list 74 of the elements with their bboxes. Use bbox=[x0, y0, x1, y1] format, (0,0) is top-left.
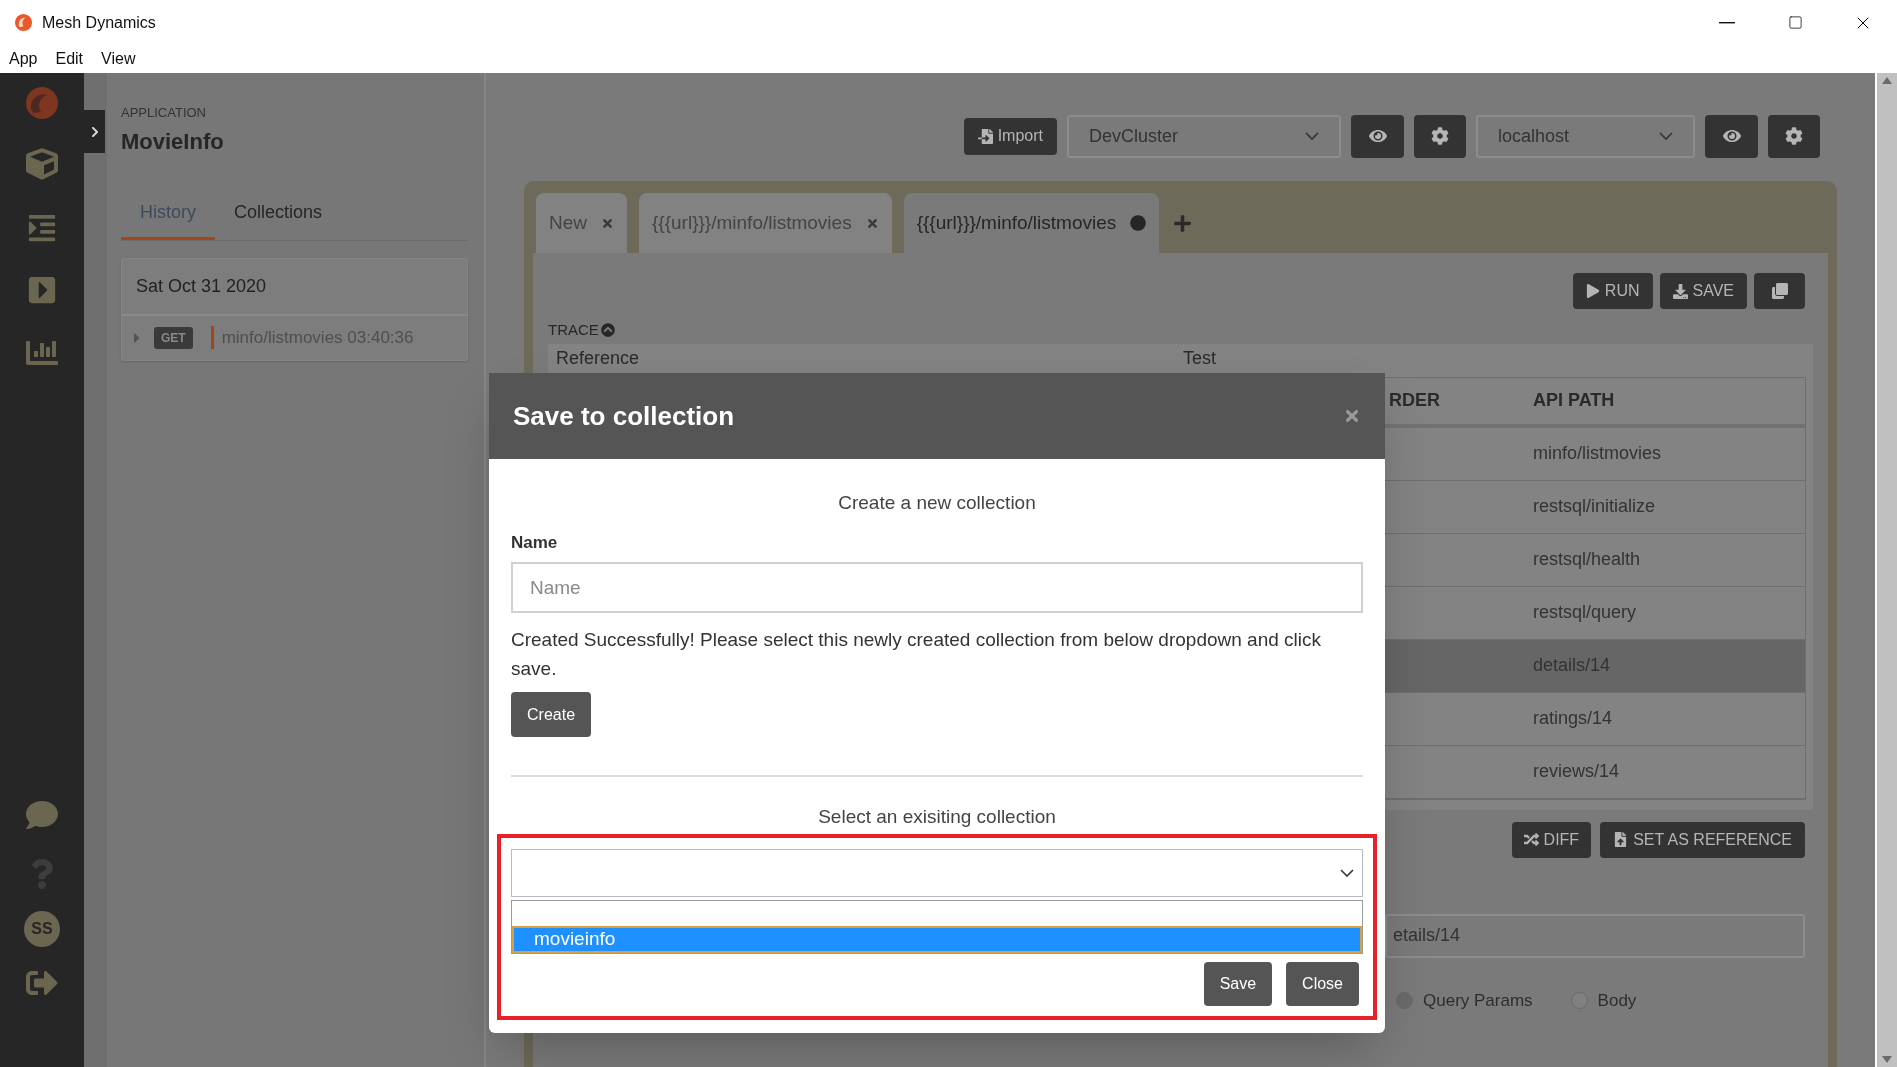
sidebar-tab[interactable]: Collections bbox=[215, 187, 342, 240]
section-heading: Select an exisiting collection bbox=[818, 805, 1056, 829]
close-icon[interactable] bbox=[1343, 407, 1361, 425]
app-name: MovieInfo bbox=[121, 127, 225, 156]
cube-icon[interactable] bbox=[26, 148, 58, 180]
save-button[interactable]: Save bbox=[1203, 961, 1273, 1006]
import-button[interactable]: Import bbox=[963, 117, 1057, 155]
close-tab-icon[interactable] bbox=[601, 216, 614, 230]
column-label: Test bbox=[1183, 347, 1216, 370]
table-cell-text: restsql/health bbox=[1533, 548, 1642, 571]
create-button[interactable]: Create bbox=[511, 692, 592, 737]
sidebar-caption: APPLICATION bbox=[121, 104, 207, 122]
name-field[interactable]: Name bbox=[511, 562, 1363, 613]
table-cell-text: restsql/query bbox=[1533, 601, 1638, 624]
success-message: Created Successfully! Please select this newly created collection from below dropdown and click save. bbox=[511, 628, 1322, 681]
add-tab-icon[interactable] bbox=[1173, 213, 1193, 233]
settings-button[interactable] bbox=[1414, 114, 1466, 158]
gear-icon bbox=[1431, 127, 1449, 145]
history-date: Sat Oct 31 2020 bbox=[122, 258, 467, 316]
collection-select[interactable] bbox=[511, 848, 1363, 897]
radio-label: Body bbox=[1597, 989, 1637, 1012]
scroll-down-icon[interactable] bbox=[1882, 1056, 1892, 1063]
table-cell-text: minfo/listmovies bbox=[1533, 442, 1663, 465]
trace-label: TRACE bbox=[548, 320, 599, 340]
settings-button[interactable] bbox=[1768, 114, 1820, 158]
eye-button[interactable] bbox=[1705, 114, 1758, 158]
menu-item[interactable]: Edit bbox=[55, 47, 84, 71]
diff-button[interactable]: DIFF bbox=[1511, 821, 1592, 858]
app-logo-icon bbox=[25, 86, 59, 120]
chevron-down-icon bbox=[1340, 868, 1354, 877]
eye-icon bbox=[1368, 127, 1387, 145]
minimize-icon bbox=[1719, 21, 1735, 24]
copy-button[interactable] bbox=[1754, 273, 1805, 309]
eye-button[interactable] bbox=[1351, 114, 1404, 158]
shuffle-icon bbox=[1523, 832, 1539, 847]
collapse-icon[interactable] bbox=[600, 323, 615, 338]
request-tab[interactable]: {{{url}}}/minfo/listmovies bbox=[903, 193, 1160, 253]
table-cell-text: restsql/initialize bbox=[1533, 495, 1657, 518]
run-button[interactable]: RUN bbox=[1572, 273, 1653, 309]
column-label: Reference bbox=[556, 347, 641, 370]
copy-icon bbox=[1771, 283, 1788, 299]
menu-item[interactable]: View bbox=[101, 47, 136, 71]
app-logo-icon bbox=[14, 13, 33, 32]
upload-icon bbox=[1613, 832, 1629, 847]
play-icon bbox=[1585, 284, 1600, 298]
maximize-icon bbox=[1787, 15, 1803, 30]
table-cell-text: reviews/14 bbox=[1533, 760, 1621, 783]
set-reference-button[interactable]: SET AS REFERENCE bbox=[1600, 821, 1805, 858]
window-title: Mesh Dynamics bbox=[42, 12, 156, 33]
radio-label: Query Params bbox=[1423, 989, 1533, 1012]
dropdown-option[interactable]: movieinfo bbox=[512, 925, 1362, 953]
field-label: Name bbox=[511, 531, 559, 554]
expand-button[interactable] bbox=[84, 110, 105, 153]
close-button[interactable]: Close bbox=[1286, 961, 1359, 1006]
close-tab-icon[interactable] bbox=[865, 216, 879, 230]
import-icon bbox=[977, 128, 993, 144]
indent-list-icon[interactable] bbox=[27, 213, 57, 243]
column-header: RDER bbox=[1389, 389, 1440, 412]
scroll-up-icon[interactable] bbox=[1882, 77, 1892, 84]
table-cell-text: ratings/14 bbox=[1533, 707, 1614, 730]
download-icon bbox=[1672, 283, 1688, 299]
section-heading: Create a new collection bbox=[838, 491, 1036, 515]
chat-icon[interactable] bbox=[26, 799, 58, 831]
menu-item[interactable]: App bbox=[9, 47, 38, 71]
save-button[interactable]: SAVE bbox=[1659, 273, 1747, 309]
method-badge: GET bbox=[154, 326, 193, 349]
eye-icon bbox=[1722, 127, 1741, 145]
unsaved-dot-icon bbox=[1130, 215, 1147, 231]
chevron-down-icon bbox=[1659, 132, 1673, 140]
gear-icon bbox=[1785, 127, 1803, 145]
chevron-down-icon bbox=[1305, 132, 1319, 140]
dialog-title: Save to collection bbox=[513, 399, 735, 433]
play-icon[interactable] bbox=[27, 275, 57, 305]
column-header: API PATH bbox=[1533, 389, 1615, 412]
